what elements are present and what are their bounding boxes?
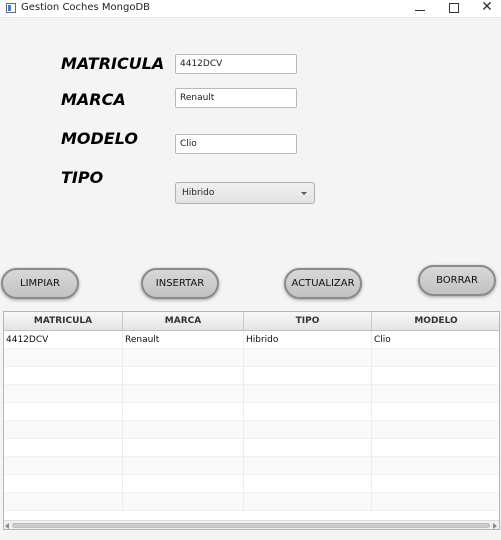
empty-cell	[244, 385, 372, 403]
maximize-button[interactable]	[437, 0, 471, 17]
empty-cell	[123, 385, 244, 403]
empty-cell	[244, 475, 372, 493]
empty-cell	[372, 403, 499, 421]
title-bar: Gestion Coches MongoDB ✕	[0, 0, 501, 18]
empty-table-row	[4, 403, 499, 421]
empty-cell	[4, 439, 123, 457]
minimize-button[interactable]	[403, 0, 437, 17]
close-icon: ✕	[481, 0, 493, 15]
empty-cell	[4, 493, 123, 511]
empty-table-row	[4, 457, 499, 475]
cell-modelo: Clio	[372, 331, 499, 349]
modelo-label: MODELO	[61, 129, 138, 148]
empty-cell	[4, 349, 123, 367]
empty-cell	[372, 421, 499, 439]
empty-table-row	[4, 367, 499, 385]
scrollbar-thumb[interactable]	[12, 523, 490, 528]
empty-table-row	[4, 475, 499, 493]
empty-cell	[372, 367, 499, 385]
empty-cell	[244, 457, 372, 475]
horizontal-scrollbar[interactable]	[4, 520, 499, 529]
empty-cell	[123, 349, 244, 367]
marca-label: MARCA	[61, 90, 126, 109]
matricula-label: MATRICULA	[61, 54, 165, 73]
empty-cell	[123, 475, 244, 493]
empty-cell	[372, 439, 499, 457]
column-header-matricula[interactable]: MATRICULA	[4, 312, 123, 330]
empty-cell	[244, 367, 372, 385]
empty-cell	[372, 493, 499, 511]
empty-cell	[244, 403, 372, 421]
empty-cell	[4, 475, 123, 493]
empty-cell	[123, 403, 244, 421]
empty-cell	[244, 439, 372, 457]
empty-cell	[372, 457, 499, 475]
table-header: MATRICULA MARCA TIPO MODELO	[4, 312, 499, 331]
table-body: 4412DCV Renault Hibrido Clio	[4, 331, 499, 511]
borrar-button[interactable]: BORRAR	[418, 265, 496, 296]
empty-cell	[123, 439, 244, 457]
tipo-select-value: Hibrido	[182, 188, 215, 198]
empty-cell	[123, 421, 244, 439]
maximize-icon	[449, 3, 459, 13]
empty-cell	[244, 421, 372, 439]
empty-cell	[4, 403, 123, 421]
empty-cell	[4, 457, 123, 475]
empty-cell	[244, 493, 372, 511]
window-title: Gestion Coches MongoDB	[21, 2, 151, 13]
modelo-input[interactable]	[175, 134, 297, 154]
coches-table[interactable]: MATRICULA MARCA TIPO MODELO 4412DCV Rena…	[3, 311, 500, 530]
empty-cell	[4, 367, 123, 385]
column-header-modelo[interactable]: MODELO	[372, 312, 499, 330]
cell-tipo: Hibrido	[244, 331, 372, 349]
empty-cell	[123, 493, 244, 511]
empty-table-row	[4, 493, 499, 511]
empty-table-row	[4, 349, 499, 367]
matricula-input[interactable]	[175, 54, 297, 74]
tipo-select[interactable]: Hibrido	[175, 182, 315, 204]
empty-cell	[372, 349, 499, 367]
scroll-left-icon[interactable]	[5, 523, 9, 529]
empty-table-row	[4, 439, 499, 457]
cell-marca: Renault	[123, 331, 244, 349]
tipo-label: TIPO	[61, 168, 104, 187]
table-row[interactable]: 4412DCV Renault Hibrido Clio	[4, 331, 499, 349]
column-header-marca[interactable]: MARCA	[123, 312, 244, 330]
cell-matricula: 4412DCV	[4, 331, 123, 349]
empty-cell	[4, 421, 123, 439]
empty-cell	[244, 349, 372, 367]
app-icon	[6, 3, 16, 13]
empty-cell	[4, 385, 123, 403]
scroll-right-icon[interactable]	[493, 523, 497, 529]
empty-table-row	[4, 421, 499, 439]
actualizar-button[interactable]: ACTUALIZAR	[284, 268, 362, 299]
empty-cell	[372, 475, 499, 493]
minimize-icon	[415, 10, 425, 11]
marca-input[interactable]	[175, 88, 297, 108]
limpiar-button[interactable]: LIMPIAR	[1, 268, 79, 299]
empty-cell	[123, 457, 244, 475]
chevron-down-icon	[301, 192, 307, 195]
empty-cell	[372, 385, 499, 403]
column-header-tipo[interactable]: TIPO	[244, 312, 372, 330]
empty-table-row	[4, 385, 499, 403]
close-button[interactable]: ✕	[470, 0, 501, 17]
empty-cell	[123, 367, 244, 385]
insertar-button[interactable]: INSERTAR	[141, 268, 219, 299]
